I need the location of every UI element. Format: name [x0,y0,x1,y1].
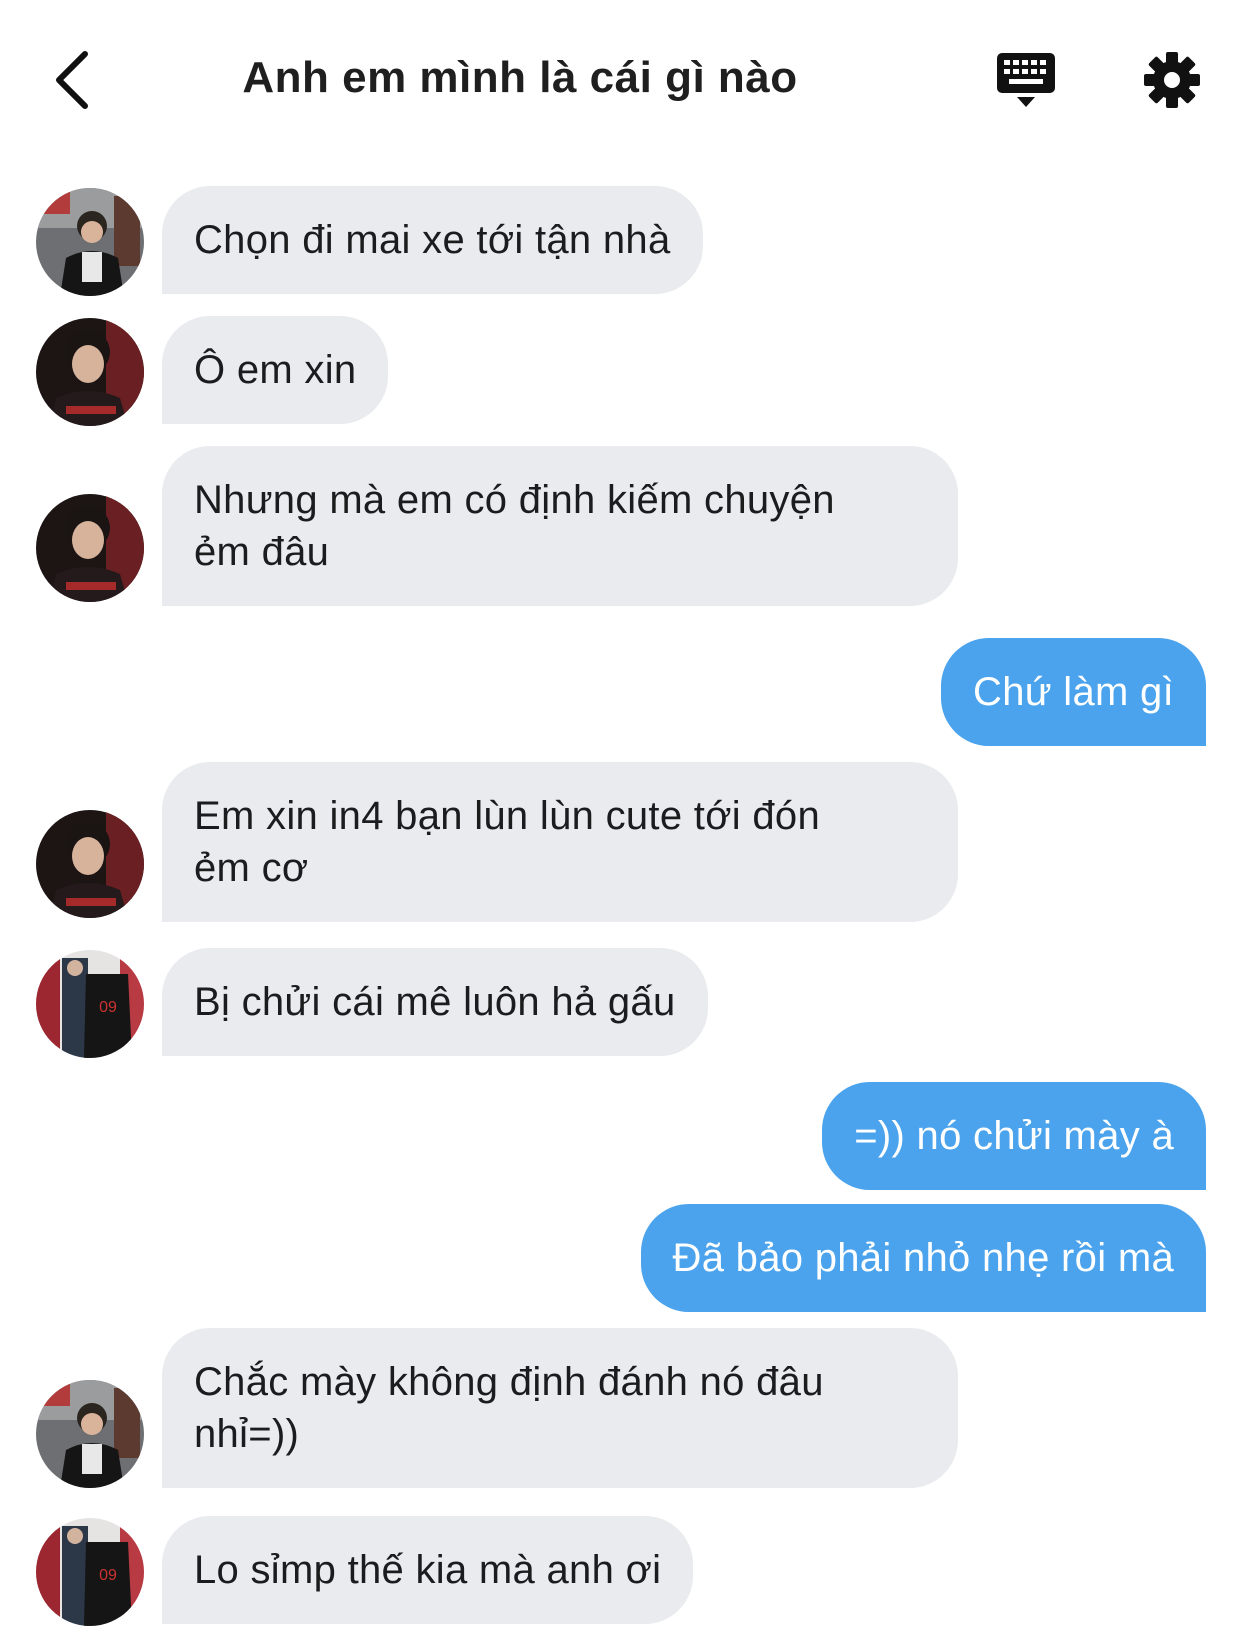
settings-button[interactable] [1136,44,1208,116]
message-row: =)) nó chửi mày à [0,1082,1242,1192]
gear-icon [1144,52,1200,108]
keyboard-icon [997,53,1055,107]
message-bubble-incoming[interactable]: Bị chửi cái mê luôn hả gấu [162,948,708,1056]
chat-title: Anh em mình là cái gì nào [242,53,798,102]
message-bubble-outgoing[interactable]: Đã bảo phải nhỏ nhẹ rồi mà [640,1204,1206,1312]
message-bubble-incoming[interactable]: Chắc mày không định đánh nó đâu nhỉ=)) [162,1328,958,1488]
message-bubble-incoming[interactable]: Lo sỉmp thế kia mà anh ơi [162,1516,694,1624]
message-row: Chắc mày không định đánh nó đâu nhỉ=)) [0,1328,1242,1488]
avatar[interactable]: 09 [36,1518,144,1626]
message-bubble-incoming[interactable]: Nhưng mà em có định kiếm chuyện ẻm đâu [162,446,958,606]
message-row: Em xin in4 bạn lùn lùn cute tới đón ẻm c… [0,762,1242,922]
message-bubble-incoming[interactable]: Chọn đi mai xe tới tận nhà [162,186,703,294]
chevron-left-icon [56,51,88,109]
message-bubble-incoming[interactable]: Ô em xin [162,316,389,424]
avatar[interactable] [36,494,144,602]
avatar[interactable] [36,318,144,426]
message-row: Đã bảo phải nhỏ nhẹ rồi mà [0,1204,1242,1314]
message-row: Chọn đi mai xe tới tận nhà [0,186,1242,296]
avatar[interactable] [36,810,144,918]
avatar[interactable] [36,1380,144,1488]
keyboard-button[interactable] [990,44,1062,116]
message-row: 09 Lo sỉmp thế kia mà anh ơi [0,1516,1242,1631]
message-row: 09 Bị chửi cái mê luôn hả gấu [0,948,1242,1058]
message-row: Chứ làm gì [0,638,1242,748]
avatar[interactable]: 09 [36,950,144,1058]
avatar[interactable] [36,188,144,296]
chat-header: Anh em mình là cái gì nào [0,0,1242,160]
message-bubble-incoming[interactable]: Em xin in4 bạn lùn lùn cute tới đón ẻm c… [162,762,958,922]
message-row: Nhưng mà em có định kiếm chuyện ẻm đâu [0,446,1242,606]
back-button[interactable] [36,40,106,120]
message-bubble-outgoing[interactable]: Chứ làm gì [941,638,1206,746]
message-bubble-outgoing[interactable]: =)) nó chửi mày à [822,1082,1206,1190]
message-row: Ô em xin [0,316,1242,426]
svg-text:09: 09 [99,999,117,1016]
svg-text:09: 09 [99,1567,117,1584]
